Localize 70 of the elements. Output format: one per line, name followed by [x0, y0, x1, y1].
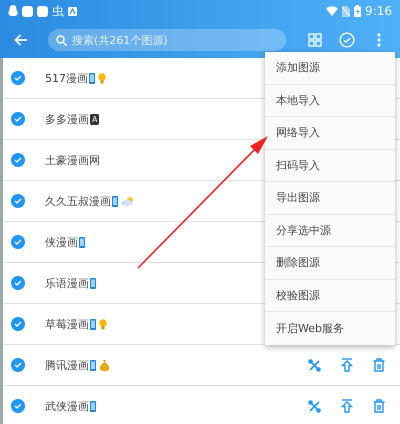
checkmark-icon	[14, 403, 22, 409]
menu-item[interactable]: 本地导入	[265, 84, 395, 117]
checkmark-icon	[14, 362, 22, 368]
source-name: 草莓漫画	[45, 316, 89, 332]
menu-item[interactable]: 开启Web服务	[265, 312, 395, 344]
menu-item[interactable]: 网络导入	[265, 117, 395, 150]
cloud-icon	[121, 196, 135, 206]
tools-icon[interactable]	[308, 358, 321, 372]
money-bag-icon	[99, 360, 110, 370]
phone-icon	[112, 196, 118, 206]
checkmark-icon	[14, 280, 22, 286]
checkbox[interactable]	[11, 317, 25, 331]
notification-glyph: 虫	[52, 5, 64, 17]
search-input[interactable]: 搜索(共261个图源)	[72, 34, 252, 46]
source-name: 侠漫画	[45, 234, 78, 250]
checkmark-icon	[14, 239, 22, 245]
checkmark-icon	[14, 75, 22, 81]
source-name: 517漫画	[45, 70, 88, 86]
move-to-top-icon[interactable]	[341, 358, 353, 372]
source-name: 多多漫画	[45, 112, 89, 126]
app-icon	[68, 6, 77, 16]
light-bulb-icon	[99, 318, 107, 330]
source-name: 乐语漫画	[45, 276, 89, 290]
phone-icon	[79, 236, 85, 248]
grid-view-icon[interactable]	[308, 33, 322, 47]
battery-icon	[354, 5, 362, 17]
phone-icon	[90, 360, 96, 370]
menu-item[interactable]: 添加图源	[265, 52, 395, 84]
checkbox[interactable]	[11, 235, 25, 249]
checkmark-icon	[14, 116, 22, 122]
search-icon	[56, 34, 67, 46]
tag: A	[90, 114, 100, 124]
checkmark-icon	[14, 321, 22, 327]
check-circle-icon[interactable]	[339, 32, 355, 48]
tools-icon[interactable]	[308, 400, 321, 412]
more-menu-icon[interactable]	[377, 33, 381, 47]
checkbox[interactable]	[11, 71, 25, 85]
light-bulb-icon	[98, 72, 106, 84]
checkmark-icon	[14, 198, 22, 204]
phone-icon	[90, 400, 96, 412]
source-name: 土豪漫画网	[45, 152, 100, 168]
menu-item[interactable]: 分享选中源	[265, 214, 395, 247]
checkbox[interactable]	[11, 153, 25, 167]
source-name: 腾讯漫画	[45, 358, 89, 372]
penguin-icon	[8, 5, 18, 17]
checkbox[interactable]	[11, 358, 25, 372]
checkmark-icon	[14, 157, 22, 163]
notification-icon	[37, 6, 48, 16]
checkbox[interactable]	[11, 112, 25, 126]
search-field[interactable]: 搜索(共261个图源)	[48, 29, 286, 51]
no-sim-icon	[342, 6, 350, 16]
checkbox[interactable]	[11, 276, 25, 290]
trash-icon[interactable]	[373, 399, 385, 413]
checkbox[interactable]	[11, 399, 25, 413]
trash-icon[interactable]	[373, 358, 385, 372]
menu-item[interactable]: 扫码导入	[265, 150, 395, 182]
menu-item[interactable]: 导出图源	[265, 182, 395, 214]
source-name: 久久五叔漫画	[45, 194, 111, 208]
menu-item[interactable]: 校验图源	[265, 280, 395, 312]
move-to-top-icon[interactable]	[341, 399, 353, 413]
checkbox[interactable]	[11, 194, 25, 208]
back-arrow-icon[interactable]	[14, 34, 28, 46]
source-name: 武侠漫画	[45, 398, 89, 414]
phone-icon	[90, 278, 96, 288]
clock-time: 9:16	[365, 4, 392, 18]
phone-icon	[89, 72, 95, 84]
menu-item[interactable]: 删除图源	[265, 247, 395, 280]
notification-icon	[22, 6, 33, 16]
wifi-icon	[326, 6, 338, 16]
phone-icon	[90, 318, 96, 330]
